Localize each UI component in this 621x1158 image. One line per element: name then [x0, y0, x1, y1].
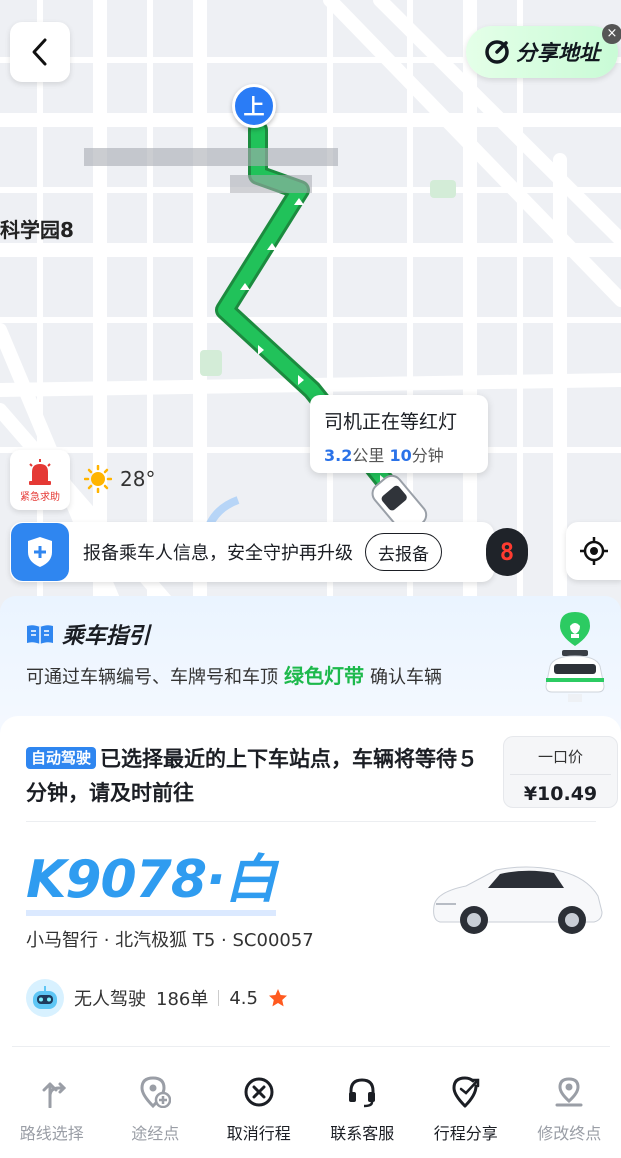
- chevron-left-icon: [32, 38, 47, 66]
- report-button[interactable]: 去报备: [365, 533, 442, 571]
- route-select-button[interactable]: 路线选择: [0, 1074, 104, 1144]
- driver-status-title: 司机正在等红灯: [324, 411, 458, 433]
- weather-temp: 28°: [120, 467, 156, 491]
- location-pin-icon: [555, 1077, 583, 1107]
- action-bar: 路线选择 途经点 取消行程 联系客服 行程分享 修改终点: [0, 1074, 621, 1144]
- share-location-icon: [452, 1076, 479, 1108]
- guide-desc-before: 可通过车辆编号、车牌号和车顶: [26, 667, 278, 688]
- robot-avatar: [26, 979, 64, 1017]
- robot-icon: [33, 986, 57, 1009]
- rating-value: 4.5: [229, 987, 258, 1009]
- eta-minutes-unit: 分钟: [411, 446, 444, 465]
- shield-plus-icon: [28, 537, 52, 567]
- divider: [12, 1046, 610, 1047]
- trip-card: 自动驾驶 已选择最近的上下车站点，车辆将等待５分钟，请及时前往 一口价 ¥10.4…: [0, 716, 621, 1158]
- add-waypoint-label: 途经点: [131, 1124, 180, 1143]
- robotaxi-icon: [545, 612, 605, 702]
- share-trip-label: 行程分享: [433, 1124, 498, 1143]
- driver-type: 无人驾驶: [74, 989, 146, 1010]
- close-icon[interactable]: ×: [602, 24, 621, 44]
- guide-desc-highlight: 绿色灯带: [284, 664, 364, 688]
- guide-title-row: 乘车指引: [26, 618, 150, 650]
- pickup-pin[interactable]: 上: [232, 84, 276, 128]
- route-icon: [42, 1082, 66, 1108]
- sos-button[interactable]: 紧急求助: [10, 450, 70, 510]
- trip-notice: 自动驾驶 已选择最近的上下车站点，车辆将等待５分钟，请及时前往: [26, 742, 486, 810]
- boarding-guide-panel[interactable]: 乘车指引 可通过车辆编号、车牌号和车顶 绿色灯带 确认车辆: [0, 596, 621, 736]
- crosshair-icon: [580, 537, 608, 565]
- share-address-button[interactable]: 分享地址: [466, 26, 618, 78]
- eta-distance-unit: 公里: [352, 446, 385, 465]
- car-model: 小马智行 · 北汽极狐 T5 · SC00057: [26, 930, 314, 951]
- guide-desc-after: 确认车辆: [370, 667, 442, 688]
- sos-label: 紧急求助: [20, 491, 60, 503]
- contact-support-button[interactable]: 联系客服: [311, 1074, 415, 1144]
- map-view[interactable]: 上 科学园8 分享地址 × 司机正在等红灯 3.2公里 10分钟 紧急求助 28…: [0, 0, 621, 640]
- countdown-counter: 8: [486, 528, 528, 576]
- car-image: [433, 866, 603, 934]
- share-address-label: 分享地址: [516, 41, 600, 65]
- autopilot-badge: 自动驾驶: [26, 747, 97, 769]
- report-passenger-bar[interactable]: 报备乘车人信息，安全守护再升级 去报备: [10, 522, 494, 582]
- change-destination-label: 修改终点: [537, 1124, 602, 1143]
- contact-support-label: 联系客服: [330, 1124, 395, 1143]
- report-text: 报备乘车人信息，安全守护再升级: [83, 543, 353, 564]
- back-button[interactable]: [10, 22, 70, 82]
- route-select-label: 路线选择: [19, 1124, 84, 1143]
- order-count: 186单: [156, 989, 209, 1010]
- driver-info-row: 无人驾驶 186单 4.5: [26, 979, 288, 1017]
- eta-distance: 3.2: [324, 446, 353, 465]
- guide-description: 可通过车辆编号、车牌号和车顶 绿色灯带 确认车辆: [26, 660, 442, 689]
- eta-minutes: 10: [389, 446, 412, 465]
- blurred-address-line2: [230, 175, 312, 193]
- waypoint-add-icon: [140, 1076, 172, 1108]
- price-value: ¥10.49: [523, 783, 598, 805]
- cancel-trip-button[interactable]: 取消行程: [207, 1074, 311, 1144]
- star-icon: [269, 989, 287, 1007]
- blurred-address: [84, 148, 338, 166]
- separator: [218, 990, 220, 1006]
- guide-title: 乘车指引: [62, 624, 151, 649]
- locate-button[interactable]: [566, 522, 621, 580]
- headset-icon: [349, 1078, 376, 1108]
- price-label: 一口价: [537, 748, 583, 766]
- sun-icon: [84, 465, 112, 493]
- cancel-trip-label: 取消行程: [226, 1124, 291, 1143]
- change-destination-button[interactable]: 修改终点: [518, 1074, 621, 1144]
- cancel-circle-icon: [244, 1077, 274, 1107]
- shield-badge: [11, 523, 69, 581]
- driver-status-card: 司机正在等红灯 3.2公里 10分钟: [310, 395, 488, 473]
- book-icon: [27, 625, 53, 644]
- license-plate: K9078·白: [26, 850, 277, 916]
- weather: 28°: [84, 465, 155, 493]
- price-box[interactable]: 一口价 ¥10.49: [503, 736, 618, 808]
- divider: [26, 821, 596, 822]
- share-trip-button[interactable]: 行程分享: [414, 1074, 518, 1144]
- alarm-icon: [29, 458, 51, 485]
- eta-info: 3.2公里 10分钟: [324, 442, 474, 466]
- map-place-label: 科学园8: [0, 218, 74, 242]
- add-waypoint-button[interactable]: 途经点: [104, 1074, 208, 1144]
- share-location-icon: [485, 40, 509, 64]
